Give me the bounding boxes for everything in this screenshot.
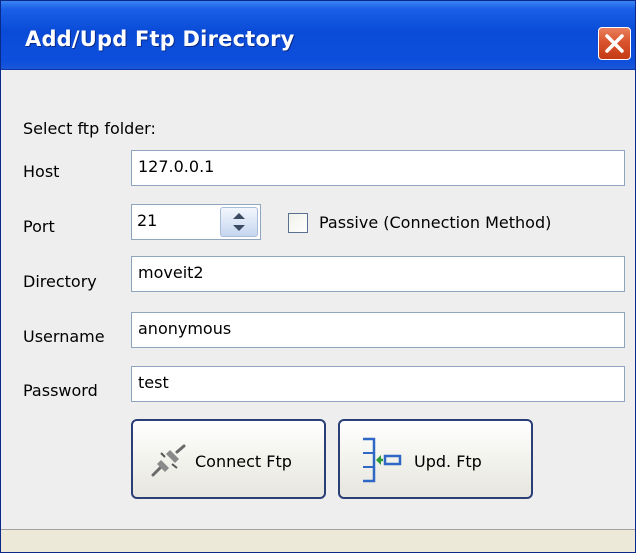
passive-label: Passive (Connection Method) — [319, 213, 552, 232]
password-input[interactable]: test — [131, 366, 625, 402]
password-label: Password — [23, 381, 98, 400]
username-input[interactable]: anonymous — [131, 312, 625, 348]
port-stepper[interactable]: 21 — [131, 204, 261, 240]
username-label: Username — [23, 327, 105, 346]
select-folder-label: Select ftp folder: — [23, 119, 156, 138]
port-value: 21 — [137, 211, 158, 230]
dialog-content: Select ftp folder: Host 127.0.0.1 Port 2… — [1, 70, 635, 552]
passive-checkbox[interactable] — [288, 213, 308, 233]
status-bar — [1, 529, 635, 552]
update-folder-icon — [363, 437, 402, 483]
port-label: Port — [23, 217, 55, 236]
close-icon — [605, 34, 624, 53]
title-bar[interactable]: Add/Upd Ftp Directory — [1, 1, 635, 70]
update-ftp-button[interactable]: Upd. Ftp — [338, 419, 533, 499]
connect-ftp-button[interactable]: Connect Ftp — [131, 419, 326, 499]
dialog-window: Add/Upd Ftp Directory Select ftp folder:… — [0, 0, 636, 553]
directory-input[interactable]: moveit2 — [131, 256, 625, 292]
window-title: Add/Upd Ftp Directory — [25, 27, 295, 51]
close-button[interactable] — [598, 27, 631, 60]
host-input[interactable]: 127.0.0.1 — [131, 150, 625, 186]
host-label: Host — [23, 162, 60, 181]
disconnected-plug-icon — [151, 444, 186, 477]
connect-ftp-label: Connect Ftp — [195, 452, 292, 471]
spinner-buttons[interactable] — [220, 207, 258, 237]
spinner-arrows-icon — [233, 213, 245, 231]
directory-label: Directory — [23, 272, 97, 291]
update-ftp-label: Upd. Ftp — [414, 452, 482, 471]
